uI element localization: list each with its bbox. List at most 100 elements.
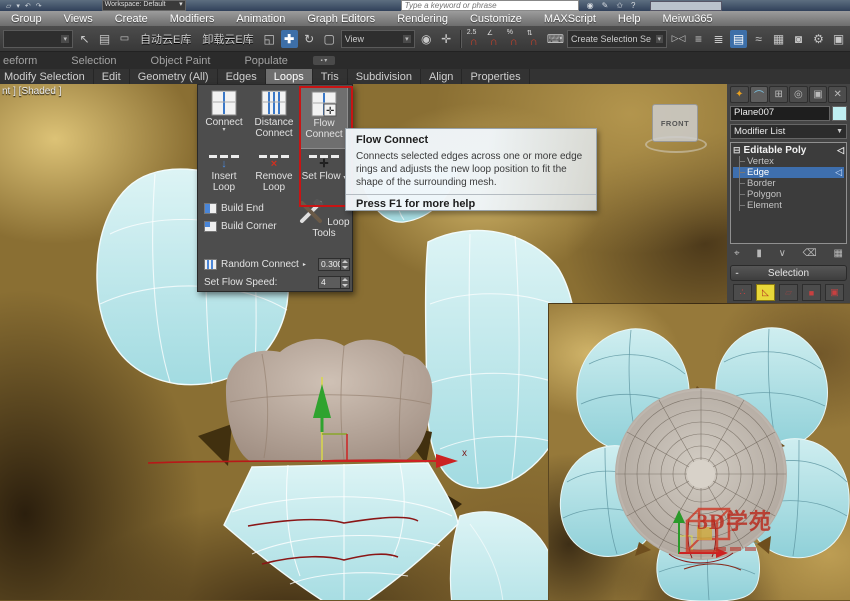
menu-create[interactable]: Create xyxy=(104,13,159,25)
unload-cloud-button[interactable]: 卸载云E库 xyxy=(198,31,257,47)
render-setup-icon[interactable]: ⚙ xyxy=(810,30,827,48)
object-color-swatch[interactable] xyxy=(832,106,847,121)
auto-cloud-button[interactable]: 自动云E库 xyxy=(136,31,195,47)
tab-subdivision[interactable]: Subdivision xyxy=(348,69,421,84)
percent-snap-icon[interactable]: %∩ xyxy=(507,30,524,48)
edge-mode-icon[interactable]: ◺ xyxy=(756,284,775,301)
tab-freeform[interactable]: eeform xyxy=(0,55,54,67)
viewcube[interactable]: FRONT xyxy=(652,104,698,142)
reference-coordinate-dropdown[interactable]: View▾ xyxy=(341,30,415,48)
create-tab-icon[interactable]: ✦ xyxy=(730,86,749,103)
motion-tab-icon[interactable]: ◎ xyxy=(789,86,808,103)
move-icon[interactable]: ✚ xyxy=(281,30,298,48)
scale-icon[interactable]: ▢ xyxy=(321,30,338,48)
configure-sets-icon[interactable]: ▦ xyxy=(834,248,843,259)
random-connect-spinner[interactable]: 0.300 xyxy=(318,258,350,271)
hierarchy-tab-icon[interactable]: ⊞ xyxy=(769,86,788,103)
spinner-arrows[interactable] xyxy=(340,259,349,270)
ribbon-toggle-icon[interactable]: ▤ xyxy=(730,30,747,48)
layer-manager-icon[interactable]: ≣ xyxy=(710,30,727,48)
spinner-snap-icon[interactable]: ⇅∩ xyxy=(527,30,544,48)
angle-snap-icon[interactable]: ∠∩ xyxy=(487,30,504,48)
collapse-icon[interactable]: ⊟ xyxy=(733,145,741,156)
selection-set-dropdown[interactable]: Create Selection Se▾ xyxy=(567,30,667,48)
stack-item-editable-poly[interactable]: ⊟ Editable Poly ◁ xyxy=(733,144,844,156)
stack-item-element[interactable]: Element xyxy=(733,200,844,211)
tab-edges[interactable]: Edges xyxy=(218,69,266,84)
select-manipulate-icon[interactable]: ✛ xyxy=(438,30,455,48)
menu-maxscript[interactable]: MAXScript xyxy=(533,13,607,25)
stack-item-edge[interactable]: Edge◁ xyxy=(733,167,844,178)
tab-object-paint[interactable]: Object Paint xyxy=(134,55,228,67)
render-frame-icon[interactable]: ▣ xyxy=(830,30,847,48)
mirror-icon[interactable]: ▷◁ xyxy=(670,30,687,48)
make-unique-icon[interactable]: ∨ xyxy=(779,248,786,259)
menu-group[interactable]: Group xyxy=(0,13,53,25)
rect-select-icon[interactable]: ▭ xyxy=(116,30,133,48)
spinner-arrows[interactable] xyxy=(340,277,349,288)
search-input[interactable] xyxy=(401,0,579,11)
build-corner-button[interactable]: Build Corner xyxy=(204,221,277,232)
utilities-tab-icon[interactable]: ✕ xyxy=(828,86,847,103)
pin-stack-icon[interactable]: ⌖ xyxy=(734,248,740,259)
border-mode-icon[interactable]: ▱ xyxy=(779,284,798,301)
menu-modifiers[interactable]: Modifiers xyxy=(159,13,226,25)
new-file-icon[interactable]: ▱ xyxy=(6,2,11,10)
tab-modify-selection[interactable]: Modify Selection xyxy=(0,69,94,84)
stack-item-vertex[interactable]: Vertex xyxy=(733,156,844,167)
modify-tab-icon[interactable]: ⌒ xyxy=(750,86,769,103)
snap-toggle-icon[interactable]: 2.5∩ xyxy=(467,30,484,48)
tab-loops[interactable]: Loops xyxy=(266,69,313,84)
use-pivot-icon[interactable]: ◉ xyxy=(418,30,435,48)
selection-rollout-header[interactable]: - Selection xyxy=(730,265,847,281)
window-crossing-icon[interactable]: ◱ xyxy=(261,30,278,48)
insert-loop-button[interactable]: ↓ Insert Loop xyxy=(200,151,248,197)
polygon-mode-icon[interactable]: ■ xyxy=(802,284,821,301)
menu-graph-editors[interactable]: Graph Editors xyxy=(296,13,386,25)
tab-geometry-all[interactable]: Geometry (All) xyxy=(130,69,218,84)
menu-help[interactable]: Help xyxy=(607,13,652,25)
build-end-button[interactable]: Build End xyxy=(204,203,264,214)
element-mode-icon[interactable]: ▣ xyxy=(825,284,844,301)
tab-selection[interactable]: Selection xyxy=(54,55,133,67)
schematic-view-icon[interactable]: ▦ xyxy=(770,30,787,48)
tab-populate[interactable]: Populate xyxy=(227,55,304,67)
random-connect-button[interactable]: Random Connect ▸ xyxy=(204,259,306,270)
curve-editor-icon[interactable]: ≈ xyxy=(750,30,767,48)
vertex-mode-icon[interactable]: ∴ xyxy=(733,284,752,301)
undo-icon[interactable]: ↶ xyxy=(25,2,31,10)
inset-viewport[interactable]: 3D学苑 xyxy=(548,303,850,600)
stack-item-border[interactable]: Border xyxy=(733,178,844,189)
menu-views[interactable]: Views xyxy=(53,13,104,25)
workspace-dropdown[interactable]: Workspace: Default▾ xyxy=(102,0,186,11)
help-icon[interactable]: ? xyxy=(631,1,635,10)
menu-rendering[interactable]: Rendering xyxy=(386,13,459,25)
set-flow-speed-spinner[interactable]: 4 xyxy=(318,276,350,289)
remove-loop-button[interactable]: × Remove Loop xyxy=(250,151,298,197)
tab-edit[interactable]: Edit xyxy=(94,69,130,84)
rotate-icon[interactable]: ↻ xyxy=(301,30,318,48)
collapse-rollout-icon[interactable]: - xyxy=(731,268,743,279)
tab-properties[interactable]: Properties xyxy=(462,69,529,84)
object-name-field[interactable]: Plane007 xyxy=(730,106,830,121)
display-tab-icon[interactable]: ▣ xyxy=(809,86,828,103)
align-icon[interactable]: ≡ xyxy=(690,30,707,48)
tab-align[interactable]: Align xyxy=(421,69,462,84)
remove-modifier-icon[interactable]: ⌫ xyxy=(803,248,817,259)
tab-tris[interactable]: Tris xyxy=(313,69,348,84)
menu-customize[interactable]: Customize xyxy=(459,13,533,25)
select-object-icon[interactable]: ↖ xyxy=(76,30,93,48)
menu-animation[interactable]: Animation xyxy=(225,13,296,25)
menu-meiwu365[interactable]: Meiwu365 xyxy=(652,13,724,25)
material-editor-icon[interactable]: ◙ xyxy=(790,30,807,48)
selection-filter-dropdown[interactable]: ▾ xyxy=(3,30,73,48)
pen-icon[interactable]: ✎ xyxy=(602,1,609,10)
show-end-result-icon[interactable]: ▮ xyxy=(756,248,762,259)
viewport-label[interactable]: nt ] [Shaded ] xyxy=(2,86,62,97)
search-icon[interactable]: ◉ xyxy=(587,1,594,10)
select-by-name-icon[interactable]: ▤ xyxy=(96,30,113,48)
favorites-icon[interactable]: ✩ xyxy=(616,1,623,10)
keyboard-override-icon[interactable]: ⌨ xyxy=(547,30,564,48)
distance-connect-button[interactable]: Distance Connect xyxy=(250,87,298,149)
connect-button[interactable]: Connect ▾ xyxy=(200,87,248,149)
